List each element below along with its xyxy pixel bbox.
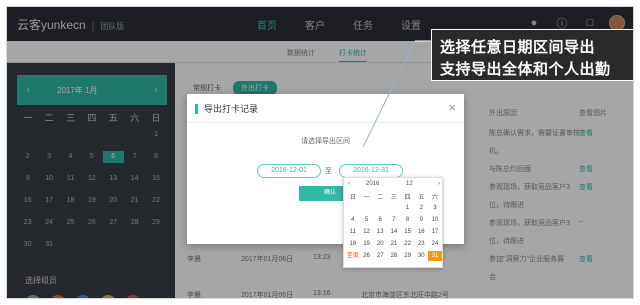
annotation-callout: 选择任意日期区间导出 支持导出全体和个人出勤 xyxy=(431,29,633,81)
app-window: 云客yunkecn | 团队版 首页 客户 任务 设置 ● ⓘ □ 数据统计 打卡统… xyxy=(6,6,634,299)
annotation-line-2: 支持导出全体和个人出勤 xyxy=(440,61,611,78)
annotation-line-1: 选择任意日期区间导出 xyxy=(440,39,596,56)
